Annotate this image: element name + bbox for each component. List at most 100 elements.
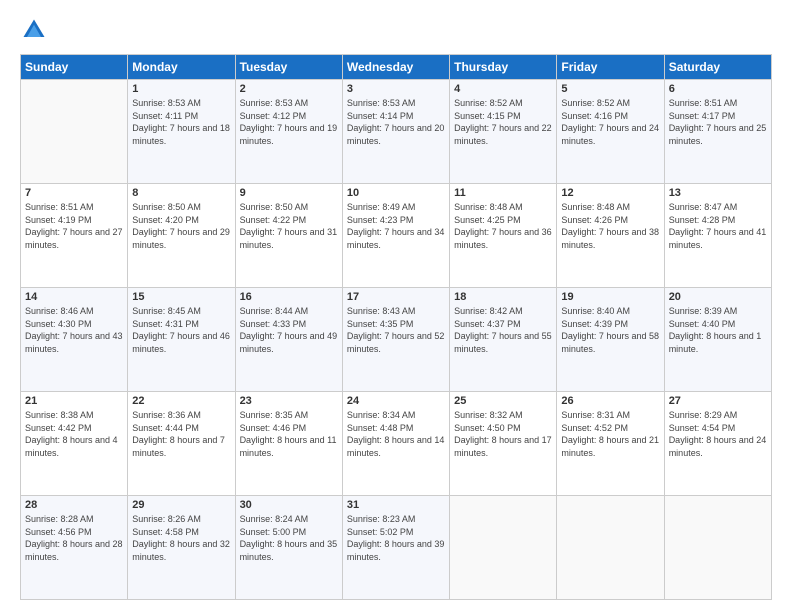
calendar-cell: 20Sunrise: 8:39 AMSunset: 4:40 PMDayligh… (664, 288, 771, 392)
calendar-cell: 27 Sunrise: 8:29 AMSunset: 4:54 PMDayligh… (664, 392, 771, 496)
day-number: 14 (25, 291, 123, 303)
calendar-cell: 30 Sunrise: 8:24 AMSunset: 5:00 PMDayligh… (235, 496, 342, 600)
calendar-cell: 19 Sunrise: 8:40 AMSunset: 4:39 PMDayligh… (557, 288, 664, 392)
day-number: 30 (240, 499, 338, 511)
day-number: 9 (240, 187, 338, 199)
day-number: 29 (132, 499, 230, 511)
day-info: Sunrise: 8:53 AMSunset: 4:11 PMDaylight:… (132, 97, 230, 147)
day-number: 22 (132, 395, 230, 407)
day-info: Sunrise: 8:24 AMSunset: 5:00 PMDaylight:… (240, 513, 338, 563)
calendar-week-row: 1 Sunrise: 8:53 AMSunset: 4:11 PMDaylight… (21, 80, 772, 184)
day-number: 25 (454, 395, 552, 407)
day-number: 13 (669, 187, 767, 199)
day-number: 27 (669, 395, 767, 407)
calendar-cell: 22 Sunrise: 8:36 AMSunset: 4:44 PMDayligh… (128, 392, 235, 496)
calendar-cell: 6 Sunrise: 8:51 AMSunset: 4:17 PMDaylight… (664, 80, 771, 184)
day-info: Sunrise: 8:50 AMSunset: 4:20 PMDaylight:… (132, 201, 230, 251)
calendar-week-row: 7 Sunrise: 8:51 AMSunset: 4:19 PMDaylight… (21, 184, 772, 288)
day-number: 7 (25, 187, 123, 199)
day-info: Sunrise: 8:48 AMSunset: 4:25 PMDaylight:… (454, 201, 552, 251)
day-info: Sunrise: 8:35 AMSunset: 4:46 PMDaylight:… (240, 409, 338, 459)
calendar-cell (557, 496, 664, 600)
day-number: 28 (25, 499, 123, 511)
calendar-cell: 10Sunrise: 8:49 AMSunset: 4:23 PMDayligh… (342, 184, 449, 288)
day-number: 19 (561, 291, 659, 303)
day-header-sunday: Sunday (21, 55, 128, 80)
day-number: 1 (132, 83, 230, 95)
page: SundayMondayTuesdayWednesdayThursdayFrid… (0, 0, 792, 612)
day-number: 26 (561, 395, 659, 407)
day-header-friday: Friday (557, 55, 664, 80)
day-info: Sunrise: 8:28 AMSunset: 4:56 PMDaylight:… (25, 513, 123, 563)
calendar-week-row: 21 Sunrise: 8:38 AMSunset: 4:42 PMDayligh… (21, 392, 772, 496)
day-number: 8 (132, 187, 230, 199)
days-header-row: SundayMondayTuesdayWednesdayThursdayFrid… (21, 55, 772, 80)
day-number: 31 (347, 499, 445, 511)
day-info: Sunrise: 8:47 AMSunset: 4:28 PMDaylight:… (669, 201, 767, 251)
day-info: Sunrise: 8:45 AMSunset: 4:31 PMDaylight:… (132, 305, 230, 355)
day-info: Sunrise: 8:46 AMSunset: 4:30 PMDaylight:… (25, 305, 123, 355)
day-number: 21 (25, 395, 123, 407)
logo (20, 16, 52, 44)
day-info: Sunrise: 8:43 AMSunset: 4:35 PMDaylight:… (347, 305, 445, 355)
day-info: Sunrise: 8:38 AMSunset: 4:42 PMDaylight:… (25, 409, 123, 459)
logo-icon (20, 16, 48, 44)
day-number: 3 (347, 83, 445, 95)
day-number: 11 (454, 187, 552, 199)
day-info: Sunrise: 8:44 AMSunset: 4:33 PMDaylight:… (240, 305, 338, 355)
calendar-cell: 16Sunrise: 8:44 AMSunset: 4:33 PMDayligh… (235, 288, 342, 392)
day-number: 15 (132, 291, 230, 303)
day-number: 12 (561, 187, 659, 199)
day-number: 20 (669, 291, 767, 303)
day-number: 10 (347, 187, 445, 199)
day-header-tuesday: Tuesday (235, 55, 342, 80)
calendar-cell (21, 80, 128, 184)
calendar-cell: 13 Sunrise: 8:47 AMSunset: 4:28 PMDayligh… (664, 184, 771, 288)
day-info: Sunrise: 8:53 AMSunset: 4:14 PMDaylight:… (347, 97, 445, 147)
day-header-saturday: Saturday (664, 55, 771, 80)
calendar-cell: 7 Sunrise: 8:51 AMSunset: 4:19 PMDaylight… (21, 184, 128, 288)
day-info: Sunrise: 8:52 AMSunset: 4:16 PMDaylight:… (561, 97, 659, 147)
calendar-cell: 24 Sunrise: 8:34 AMSunset: 4:48 PMDayligh… (342, 392, 449, 496)
day-number: 2 (240, 83, 338, 95)
day-number: 6 (669, 83, 767, 95)
calendar-cell (664, 496, 771, 600)
day-info: Sunrise: 8:51 AMSunset: 4:17 PMDaylight:… (669, 97, 767, 147)
day-header-monday: Monday (128, 55, 235, 80)
calendar-week-row: 14 Sunrise: 8:46 AMSunset: 4:30 PMDayligh… (21, 288, 772, 392)
day-info: Sunrise: 8:48 AMSunset: 4:26 PMDaylight:… (561, 201, 659, 251)
calendar-cell: 26 Sunrise: 8:31 AMSunset: 4:52 PMDayligh… (557, 392, 664, 496)
calendar-cell: 25Sunrise: 8:32 AMSunset: 4:50 PMDayligh… (450, 392, 557, 496)
calendar-table: SundayMondayTuesdayWednesdayThursdayFrid… (20, 54, 772, 600)
calendar-cell: 23Sunrise: 8:35 AMSunset: 4:46 PMDayligh… (235, 392, 342, 496)
day-header-thursday: Thursday (450, 55, 557, 80)
day-number: 4 (454, 83, 552, 95)
header (20, 16, 772, 44)
calendar-cell: 9 Sunrise: 8:50 AMSunset: 4:22 PMDaylight… (235, 184, 342, 288)
calendar-cell: 8 Sunrise: 8:50 AMSunset: 4:20 PMDaylight… (128, 184, 235, 288)
calendar-cell: 5 Sunrise: 8:52 AMSunset: 4:16 PMDaylight… (557, 80, 664, 184)
day-number: 17 (347, 291, 445, 303)
day-number: 5 (561, 83, 659, 95)
day-info: Sunrise: 8:34 AMSunset: 4:48 PMDaylight:… (347, 409, 445, 459)
day-number: 18 (454, 291, 552, 303)
day-header-wednesday: Wednesday (342, 55, 449, 80)
calendar-cell: 31 Sunrise: 8:23 AMSunset: 5:02 PMDayligh… (342, 496, 449, 600)
day-info: Sunrise: 8:31 AMSunset: 4:52 PMDaylight:… (561, 409, 659, 459)
calendar-cell: 28 Sunrise: 8:28 AMSunset: 4:56 PMDayligh… (21, 496, 128, 600)
calendar-cell: 4Sunrise: 8:52 AMSunset: 4:15 PMDaylight… (450, 80, 557, 184)
day-number: 24 (347, 395, 445, 407)
day-info: Sunrise: 8:29 AMSunset: 4:54 PMDaylight:… (669, 409, 767, 459)
day-info: Sunrise: 8:40 AMSunset: 4:39 PMDaylight:… (561, 305, 659, 355)
day-info: Sunrise: 8:50 AMSunset: 4:22 PMDaylight:… (240, 201, 338, 251)
day-info: Sunrise: 8:36 AMSunset: 4:44 PMDaylight:… (132, 409, 230, 459)
day-info: Sunrise: 8:51 AMSunset: 4:19 PMDaylight:… (25, 201, 123, 251)
calendar-cell: 17 Sunrise: 8:43 AMSunset: 4:35 PMDayligh… (342, 288, 449, 392)
calendar-cell: 21 Sunrise: 8:38 AMSunset: 4:42 PMDayligh… (21, 392, 128, 496)
calendar-cell: 2Sunrise: 8:53 AMSunset: 4:12 PMDaylight… (235, 80, 342, 184)
calendar-cell: 14 Sunrise: 8:46 AMSunset: 4:30 PMDayligh… (21, 288, 128, 392)
day-info: Sunrise: 8:23 AMSunset: 5:02 PMDaylight:… (347, 513, 445, 563)
calendar-cell: 11 Sunrise: 8:48 AMSunset: 4:25 PMDayligh… (450, 184, 557, 288)
calendar-cell: 12 Sunrise: 8:48 AMSunset: 4:26 PMDayligh… (557, 184, 664, 288)
calendar-cell: 29Sunrise: 8:26 AMSunset: 4:58 PMDayligh… (128, 496, 235, 600)
